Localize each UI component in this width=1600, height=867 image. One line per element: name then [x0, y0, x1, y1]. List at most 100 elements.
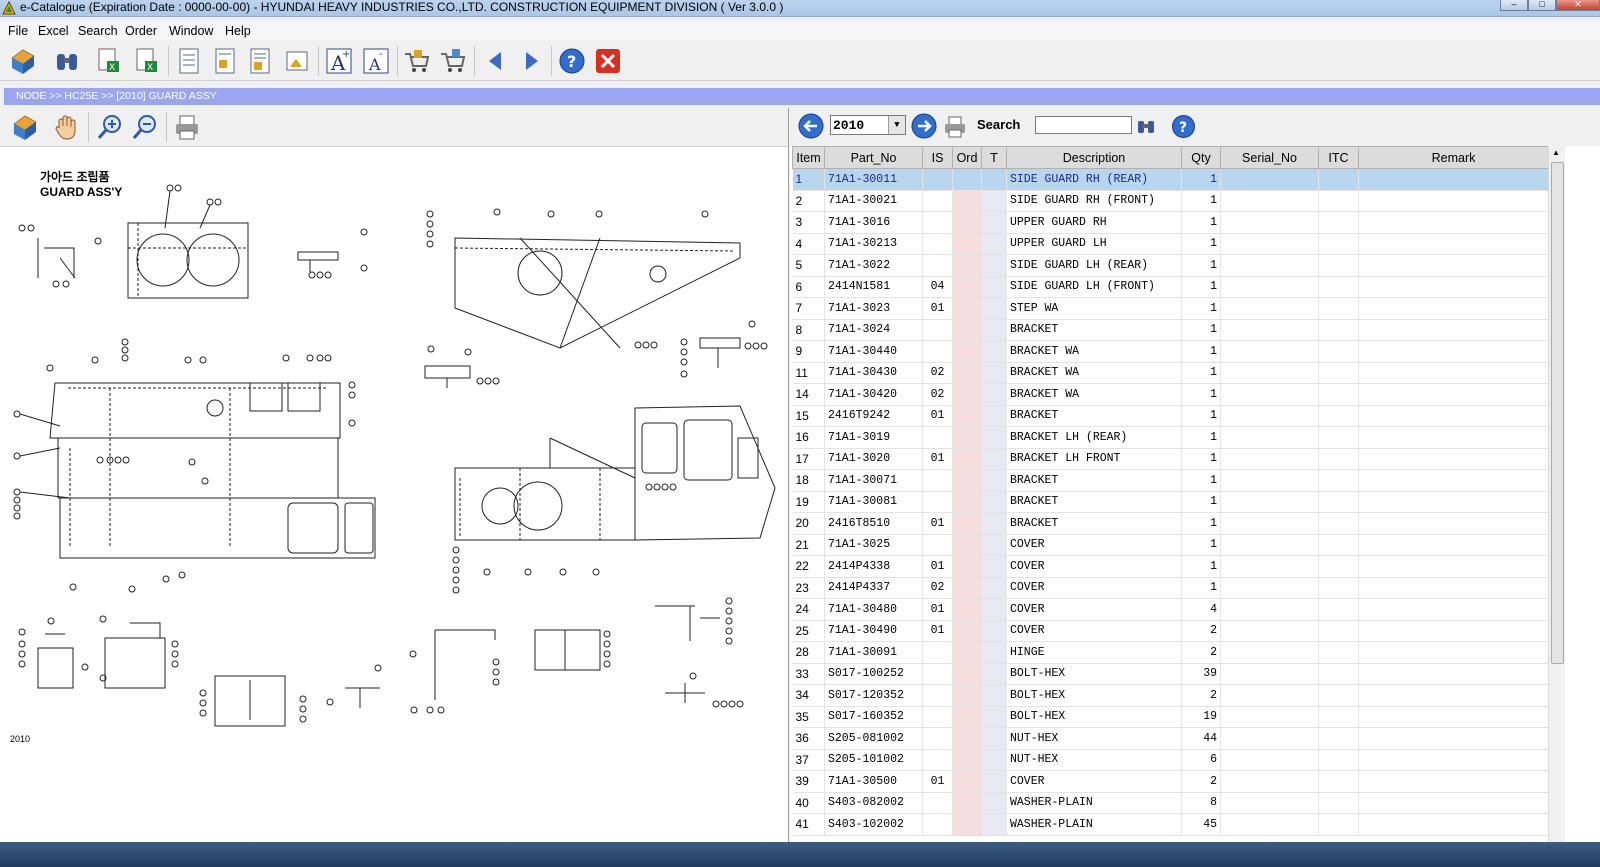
- col-is[interactable]: IS: [922, 146, 953, 169]
- document-parts-icon[interactable]: [245, 46, 275, 76]
- table-row[interactable]: 19 71A1-30081 BRACKET 1: [792, 491, 1549, 513]
- cell-serial-no: [1220, 813, 1319, 836]
- print-icon[interactable]: [172, 112, 202, 142]
- cart-view-icon[interactable]: [438, 46, 468, 76]
- cell-part-no: 71A1-3023: [824, 297, 923, 320]
- table-row[interactable]: 37 S205-101002 NUT-HEX 6: [792, 749, 1549, 771]
- table-row[interactable]: 36 S205-081002 NUT-HEX 44: [792, 727, 1549, 750]
- table-row[interactable]: 15 2416T9242 01 BRACKET 1: [792, 405, 1549, 427]
- cell-t: [981, 598, 1007, 621]
- table-row[interactable]: 28 71A1-30091 HINGE 2: [792, 641, 1549, 664]
- scrollbar-thumb[interactable]: [1551, 162, 1564, 664]
- col-ord[interactable]: Ord: [952, 146, 982, 169]
- previous-arrow-icon[interactable]: [481, 46, 511, 76]
- cell-qty: 39: [1181, 663, 1221, 685]
- table-row[interactable]: 9 71A1-30440 BRACKET WA 1: [792, 340, 1549, 363]
- search-input[interactable]: [1035, 116, 1132, 134]
- table-row[interactable]: 35 S017-160352 BOLT-HEX 19: [792, 706, 1549, 728]
- table-row[interactable]: 22 2414P4338 01 COVER 1: [792, 555, 1549, 578]
- cell-serial-no: [1220, 319, 1319, 341]
- close-window-button[interactable]: ✕: [1556, 0, 1600, 11]
- table-row[interactable]: 25 71A1-30490 01 COVER 2: [792, 620, 1549, 642]
- menu-search[interactable]: Search: [78, 24, 118, 38]
- table-row[interactable]: 33 S017-100252 BOLT-HEX 39: [792, 663, 1549, 685]
- menu-order[interactable]: Order: [125, 24, 157, 38]
- table-row[interactable]: 4 71A1-30213 UPPER GUARD LH 1: [792, 233, 1549, 255]
- pan-hand-icon[interactable]: [51, 112, 81, 142]
- cell-t: [981, 706, 1007, 728]
- table-row[interactable]: 40 S403-082002 WASHER-PLAIN 8: [792, 792, 1549, 814]
- document-list-icon[interactable]: [174, 46, 204, 76]
- col-qty[interactable]: Qty: [1181, 146, 1221, 169]
- table-row[interactable]: 23 2414P4337 02 COVER 1: [792, 577, 1549, 599]
- col-t[interactable]: T: [981, 146, 1007, 169]
- cell-t: [981, 168, 1007, 191]
- col-part-no[interactable]: Part_No: [824, 146, 923, 169]
- forward-arrow-icon[interactable]: [911, 113, 937, 139]
- table-row[interactable]: 21 71A1-3025 COVER 1: [792, 534, 1549, 556]
- vertical-scrollbar[interactable]: ▲: [1548, 146, 1565, 867]
- table-row[interactable]: 39 71A1-30500 01 COVER 2: [792, 770, 1549, 793]
- table-row[interactable]: 2 71A1-30021 SIDE GUARD RH (FRONT) 1: [792, 190, 1549, 212]
- binoculars-icon[interactable]: [1135, 115, 1157, 137]
- table-row[interactable]: 17 71A1-3020 01 BRACKET LH FRONT 1: [792, 448, 1549, 470]
- year-select[interactable]: 2010 ▼: [830, 115, 906, 135]
- table-row[interactable]: 5 71A1-3022 SIDE GUARD LH (REAR) 1: [792, 254, 1549, 277]
- table-row[interactable]: 14 71A1-30420 02 BRACKET WA 1: [792, 383, 1549, 406]
- back-arrow-icon[interactable]: [798, 113, 824, 139]
- col-itc[interactable]: ITC: [1318, 146, 1359, 169]
- picture-icon[interactable]: [282, 46, 312, 76]
- document-image-icon[interactable]: [210, 46, 240, 76]
- table-row[interactable]: 7 71A1-3023 01 STEP WA 1: [792, 297, 1549, 320]
- parts-diagram[interactable]: 가아드 조립품 GUARD ASS'Y 2010: [0, 148, 786, 867]
- menu-help[interactable]: Help: [225, 24, 251, 38]
- table-row[interactable]: 34 S017-120352 BOLT-HEX 2: [792, 684, 1549, 707]
- help-icon[interactable]: ?: [1171, 114, 1196, 139]
- table-row[interactable]: 20 2416T8510 01 BRACKET 1: [792, 512, 1549, 535]
- cell-description: NUT-HEX: [1006, 727, 1182, 750]
- minimize-button[interactable]: –: [1500, 0, 1528, 11]
- table-row[interactable]: 16 71A1-3019 BRACKET LH (REAR) 1: [792, 426, 1549, 449]
- font-decrease-icon[interactable]: A-: [361, 46, 391, 76]
- col-serial-no[interactable]: Serial_No: [1220, 146, 1319, 169]
- scroll-up-icon[interactable]: ▲: [1552, 148, 1560, 157]
- col-remark[interactable]: Remark: [1358, 146, 1549, 169]
- cell-remark: [1358, 792, 1549, 814]
- main-toolbar: X X A + A- ?: [0, 42, 1600, 81]
- zoom-out-icon[interactable]: [130, 112, 160, 142]
- table-row[interactable]: 1 71A1-30011 SIDE GUARD RH (REAR) 1: [792, 168, 1549, 191]
- table-row[interactable]: 3 71A1-3016 UPPER GUARD RH 1: [792, 211, 1549, 234]
- next-arrow-icon[interactable]: [516, 46, 546, 76]
- cell-ord: [952, 792, 982, 814]
- table-row[interactable]: 18 71A1-30071 BRACKET 1: [792, 469, 1549, 492]
- menu-excel[interactable]: Excel: [38, 24, 69, 38]
- print-icon[interactable]: [942, 114, 968, 140]
- menu-window[interactable]: Window: [169, 24, 213, 38]
- home-book-icon[interactable]: [10, 112, 40, 142]
- home-book-icon[interactable]: [8, 46, 38, 76]
- maximize-button[interactable]: □: [1528, 0, 1556, 11]
- table-row[interactable]: 24 71A1-30480 01 COVER 4: [792, 598, 1549, 621]
- col-item[interactable]: Item: [792, 146, 825, 169]
- export-excel-all-icon[interactable]: X: [132, 46, 162, 76]
- table-row[interactable]: 41 S403-102002 WASHER-PLAIN 45: [792, 813, 1549, 836]
- cell-qty: 1: [1181, 190, 1221, 212]
- help-icon[interactable]: ?: [557, 46, 587, 76]
- table-row[interactable]: 6 2414N1581 04 SIDE GUARD LH (FRONT) 1: [792, 276, 1549, 298]
- chevron-down-icon[interactable]: ▼: [888, 116, 905, 134]
- exit-icon[interactable]: [593, 46, 623, 76]
- binoculars-icon[interactable]: [52, 46, 82, 76]
- cell-serial-no: [1220, 749, 1319, 771]
- cell-is: [922, 491, 953, 513]
- cell-serial-no: [1220, 211, 1319, 234]
- menu-file[interactable]: File: [8, 24, 28, 38]
- export-excel-icon[interactable]: X: [94, 46, 124, 76]
- cell-qty: 1: [1181, 254, 1221, 277]
- zoom-in-icon[interactable]: [95, 112, 125, 142]
- table-row[interactable]: 8 71A1-3024 BRACKET 1: [792, 319, 1549, 341]
- col-description[interactable]: Description: [1006, 146, 1182, 169]
- cart-add-icon[interactable]: [402, 46, 432, 76]
- font-increase-icon[interactable]: A+: [324, 46, 354, 76]
- cell-remark: [1358, 362, 1549, 384]
- table-row[interactable]: 11 71A1-30430 02 BRACKET WA 1: [792, 362, 1549, 384]
